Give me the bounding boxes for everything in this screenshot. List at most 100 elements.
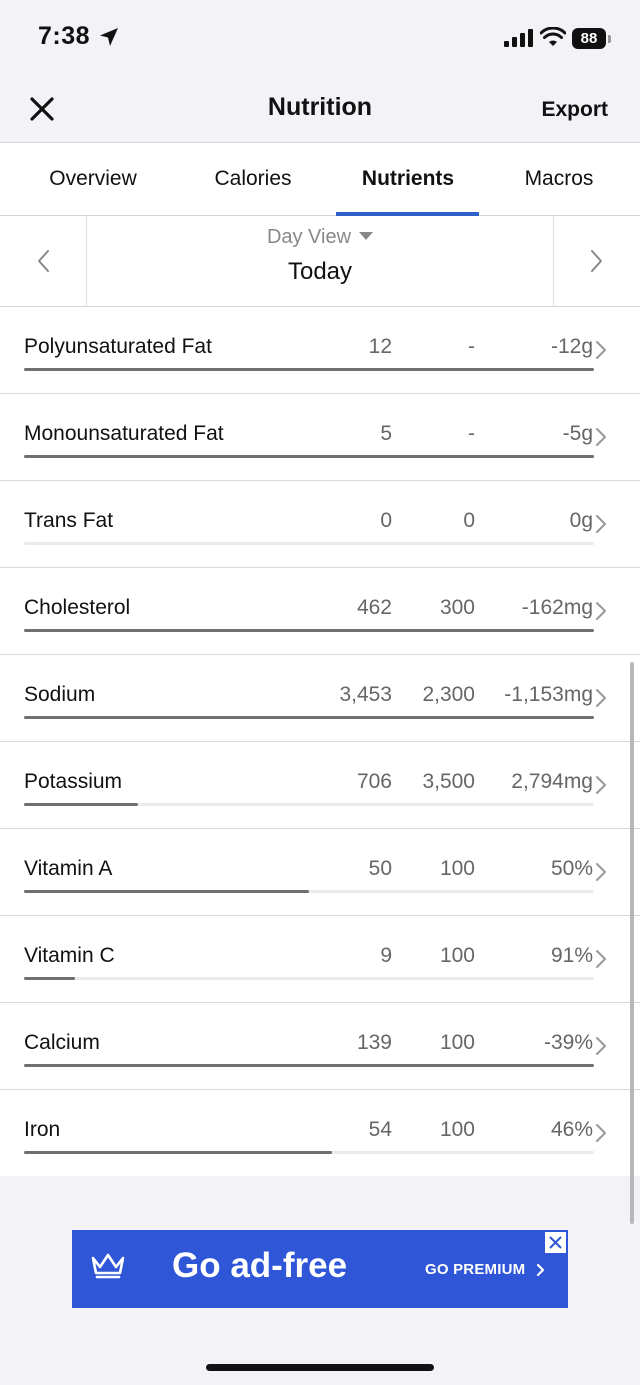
nutrient-row[interactable]: Trans Fat 0 0 0g [0, 481, 640, 568]
nutrient-goal: 2,300 [422, 683, 475, 706]
ad-banner[interactable]: Go ad-free GO PREMIUM [72, 1230, 568, 1308]
nutrient-left: 46% [550, 1118, 593, 1141]
nutrient-left: -12g [550, 335, 593, 358]
progress-track [24, 716, 594, 719]
progress-track [24, 368, 594, 371]
day-selector: Day View Today [0, 216, 640, 307]
nutrient-row[interactable]: Potassium 706 3,500 2,794mg [0, 742, 640, 829]
go-premium-button[interactable]: GO PREMIUM [425, 1261, 525, 1278]
progress-fill [24, 1151, 332, 1154]
nutrient-name: Cholesterol [24, 596, 131, 619]
nutrient-goal: 100 [439, 944, 475, 967]
nutrient-left: 91% [550, 944, 593, 967]
nutrient-row[interactable]: Polyunsaturated Fat 12 - -12g [0, 307, 640, 394]
chevron-right-icon [596, 428, 606, 446]
status-time: 7:38 [38, 22, 91, 50]
chevron-right-icon [596, 341, 606, 359]
progress-fill [24, 1064, 594, 1067]
progress-track [24, 1151, 594, 1154]
nutrient-goal: 3,500 [422, 770, 475, 793]
progress-track [24, 455, 594, 458]
nutrient-total: 0 [380, 509, 392, 532]
chevron-right-icon [596, 776, 606, 794]
chevron-right-icon [591, 250, 602, 272]
navigation-bar: Nutrition Export [0, 76, 640, 143]
selected-date: Today [287, 258, 353, 285]
progress-fill [24, 368, 594, 371]
nutrient-left: -1,153mg [504, 683, 593, 706]
nutrient-name: Sodium [24, 683, 96, 706]
nutrient-row[interactable]: Calcium 139 100 -39% [0, 1003, 640, 1090]
chevron-right-icon [596, 515, 606, 533]
nutrient-total: 5 [380, 422, 392, 445]
progress-track [24, 977, 594, 980]
nutrient-left: -5g [562, 422, 593, 445]
nutrient-total: 706 [356, 770, 392, 793]
nutrient-goal: 100 [439, 857, 475, 880]
scroll-indicator[interactable] [630, 662, 634, 1224]
nutrient-name: Trans Fat [24, 509, 114, 532]
nutrient-goal: 0 [463, 509, 475, 532]
nutrient-row[interactable]: Monounsaturated Fat 5 - -5g [0, 394, 640, 481]
nutrient-goal: 300 [439, 596, 475, 619]
progress-fill [24, 455, 594, 458]
wifi-icon [540, 27, 566, 46]
progress-fill [24, 716, 594, 719]
close-icon [549, 1236, 562, 1249]
nutrient-name: Monounsaturated Fat [24, 422, 224, 445]
nutrient-row[interactable]: Cholesterol 462 300 -162mg [0, 568, 640, 655]
nutrient-name: Polyunsaturated Fat [24, 335, 212, 358]
chevron-right-icon [596, 863, 606, 881]
caret-down-icon [359, 232, 374, 240]
home-indicator [206, 1364, 434, 1371]
nutrient-total: 462 [356, 596, 392, 619]
chevron-right-icon [596, 1037, 606, 1055]
day-view-dropdown[interactable]: Day View [0, 226, 640, 249]
nutrient-name: Potassium [24, 770, 123, 793]
progress-fill [24, 977, 76, 980]
nutrient-goal: 100 [439, 1118, 475, 1141]
tab-macros[interactable]: Macros [484, 143, 634, 215]
chevron-right-icon [596, 689, 606, 707]
location-arrow-icon [100, 28, 118, 46]
progress-fill [24, 629, 594, 632]
progress-track [24, 629, 594, 632]
chevron-right-icon [596, 1124, 606, 1142]
nutrient-goal: - [468, 335, 475, 358]
ad-headline: Go ad-free [172, 1246, 348, 1285]
chevron-right-icon [596, 602, 606, 620]
nutrient-total: 139 [356, 1031, 392, 1054]
next-day-button[interactable] [553, 216, 640, 306]
nutrient-row[interactable]: Iron 54 100 46% [0, 1090, 640, 1176]
cellular-signal-icon [504, 29, 533, 47]
nutrient-name: Vitamin C [24, 944, 115, 967]
tab-overview[interactable]: Overview [18, 143, 168, 215]
tab-nutrients[interactable]: Nutrients [333, 143, 483, 215]
nutrient-total: 9 [380, 944, 392, 967]
nutrient-left: 2,794mg [511, 770, 593, 793]
nutrient-row[interactable]: Sodium 3,453 2,300 -1,153mg [0, 655, 640, 742]
nutrient-goal: - [468, 422, 475, 445]
chevron-right-icon [536, 1263, 545, 1277]
nutrient-row[interactable]: Vitamin C 9 100 91% [0, 916, 640, 1003]
export-button[interactable]: Export [541, 98, 608, 122]
nutrient-list: Polyunsaturated Fat 12 - -12g Monounsatu… [0, 307, 640, 1176]
battery-indicator: 88 [572, 28, 606, 49]
nutrient-left: 50% [550, 857, 593, 880]
nutrient-name: Calcium [24, 1031, 100, 1054]
nutrient-total: 50 [368, 857, 392, 880]
progress-fill [24, 890, 309, 893]
tab-bar: Overview Calories Nutrients Macros [0, 143, 640, 216]
tab-calories[interactable]: Calories [178, 143, 328, 215]
nutrient-goal: 100 [439, 1031, 475, 1054]
ad-close-button[interactable] [545, 1232, 566, 1253]
close-icon[interactable] [26, 93, 58, 125]
nutrient-total: 12 [368, 335, 392, 358]
progress-track [24, 890, 594, 893]
battery-tip [608, 35, 611, 43]
nutrient-name: Vitamin A [24, 857, 113, 880]
progress-fill [24, 803, 138, 806]
progress-track [24, 803, 594, 806]
day-view-label: Day View [266, 226, 352, 248]
nutrient-row[interactable]: Vitamin A 50 100 50% [0, 829, 640, 916]
